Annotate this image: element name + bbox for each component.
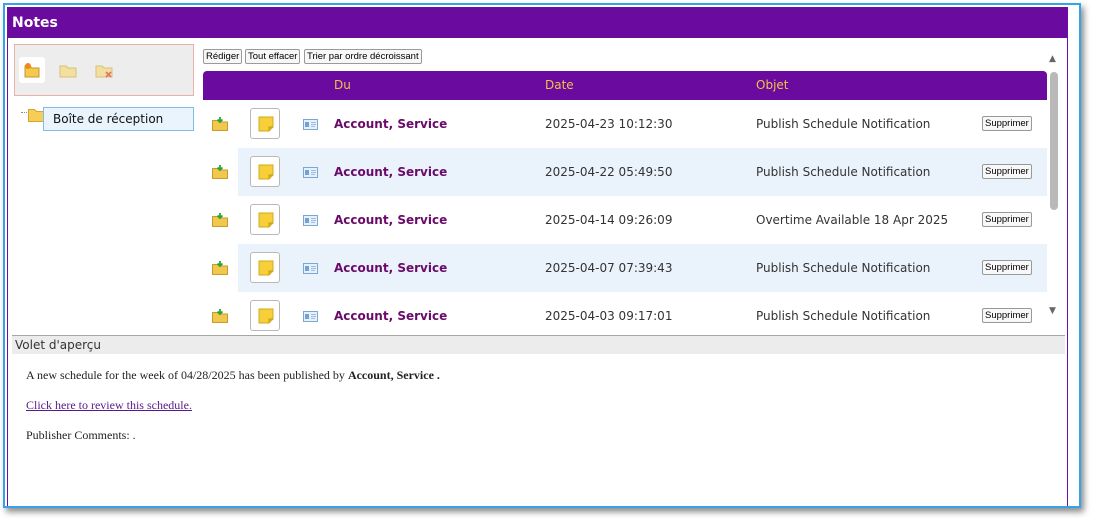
scrollbar-thumb[interactable] (1050, 72, 1058, 210)
window-title: Notes (8, 8, 1067, 38)
message-subject[interactable]: Overtime Available 18 Apr 2025 (756, 196, 948, 244)
message-sender[interactable]: Account, Service (334, 196, 447, 244)
folder-icon (28, 109, 44, 122)
note-button[interactable] (250, 156, 280, 187)
scroll-down-icon[interactable]: ▼ (1049, 306, 1056, 316)
sticky-note-icon (258, 260, 274, 276)
table-row[interactable]: Account, Service 2025-04-22 05:49:50 Pub… (203, 148, 1047, 196)
review-schedule-link[interactable]: Click here to review this schedule. (26, 398, 192, 412)
message-date: 2025-04-22 05:49:50 (545, 165, 673, 179)
column-header-subject[interactable]: Objet (756, 71, 788, 100)
table-row[interactable]: Account, Service 2025-04-23 10:12:30 Pub… (203, 100, 1047, 148)
preview-text: A new schedule for the week of 04/28/202… (26, 368, 345, 382)
message-sender[interactable]: Account, Service (334, 100, 447, 148)
contact-card-icon (303, 119, 318, 130)
message-list-scrollbar[interactable]: ▲ ▼ (1048, 50, 1060, 330)
table-row[interactable]: Account, Service 2025-04-07 07:39:43 Pub… (203, 244, 1047, 292)
column-header-from[interactable]: Du (334, 71, 351, 100)
note-button[interactable] (250, 204, 280, 235)
message-subject[interactable]: Publish Schedule Notification (756, 244, 930, 292)
scroll-up-icon[interactable]: ▲ (1049, 54, 1056, 64)
message-sender[interactable]: Account, Service (334, 244, 447, 292)
note-button[interactable] (250, 300, 280, 331)
sticky-note-icon (258, 164, 274, 180)
message-date: 2025-04-03 09:17:01 (545, 309, 673, 323)
contact-card-icon (303, 167, 318, 178)
sticky-note-icon (258, 116, 274, 132)
delete-button[interactable]: Supprimer (982, 116, 1032, 131)
sticky-note-icon (258, 308, 274, 324)
preview-message-line: A new schedule for the week of 04/28/202… (26, 368, 440, 383)
folder-inbox-icon (212, 309, 228, 323)
folder-inbox-icon (212, 117, 228, 131)
delete-folder-icon[interactable] (91, 57, 117, 83)
sort-descending-button[interactable]: Trier par ordre décroissant (304, 49, 422, 64)
tree-item-label: Boîte de réception (43, 107, 194, 131)
notes-window: Notes Boîte de réception Rédiger Tout ef… (3, 3, 1081, 508)
delete-button[interactable]: Supprimer (982, 308, 1032, 323)
message-sender[interactable]: Account, Service (334, 292, 447, 334)
preview-sender: Account, Service . (347, 368, 440, 382)
notes-panel: Notes Boîte de réception Rédiger Tout ef… (7, 7, 1068, 506)
preview-pane-heading: Volet d'aperçu (12, 336, 1065, 354)
contact-card-icon (303, 263, 318, 274)
message-subject[interactable]: Publish Schedule Notification (756, 100, 930, 148)
compose-button[interactable]: Rédiger (203, 49, 243, 64)
folder-icon[interactable] (55, 57, 81, 83)
message-date: 2025-04-07 07:39:43 (545, 261, 673, 275)
folder-toolbar (14, 44, 194, 96)
publisher-comments: Publisher Comments: . (26, 428, 136, 442)
contact-card-icon (303, 311, 318, 322)
note-button[interactable] (250, 252, 280, 283)
preview-link-line: Click here to review this schedule. (26, 398, 192, 413)
message-sender[interactable]: Account, Service (334, 148, 447, 196)
message-subject[interactable]: Publish Schedule Notification (756, 148, 930, 196)
table-header: Du Date Objet (203, 71, 1047, 100)
table-row[interactable]: Account, Service 2025-04-14 09:26:09 Ove… (203, 196, 1047, 244)
message-date: 2025-04-14 09:26:09 (545, 213, 673, 227)
delete-button[interactable]: Supprimer (982, 164, 1032, 179)
message-table: Du Date Objet Account, Service 2025-04-2… (203, 71, 1047, 334)
delete-button[interactable]: Supprimer (982, 212, 1032, 227)
message-subject[interactable]: Publish Schedule Notification (756, 292, 930, 334)
message-date: 2025-04-23 10:12:30 (545, 117, 673, 131)
contact-card-icon (303, 215, 318, 226)
new-folder-icon[interactable] (19, 57, 45, 83)
column-header-date[interactable]: Date (545, 71, 574, 100)
folder-inbox-icon (212, 213, 228, 227)
note-button[interactable] (250, 108, 280, 139)
clear-all-button[interactable]: Tout effacer (245, 49, 301, 64)
sticky-note-icon (258, 212, 274, 228)
folder-inbox-icon (212, 165, 228, 179)
table-row[interactable]: Account, Service 2025-04-03 09:17:01 Pub… (203, 292, 1047, 334)
delete-button[interactable]: Supprimer (982, 260, 1032, 275)
folder-inbox-icon (212, 261, 228, 275)
